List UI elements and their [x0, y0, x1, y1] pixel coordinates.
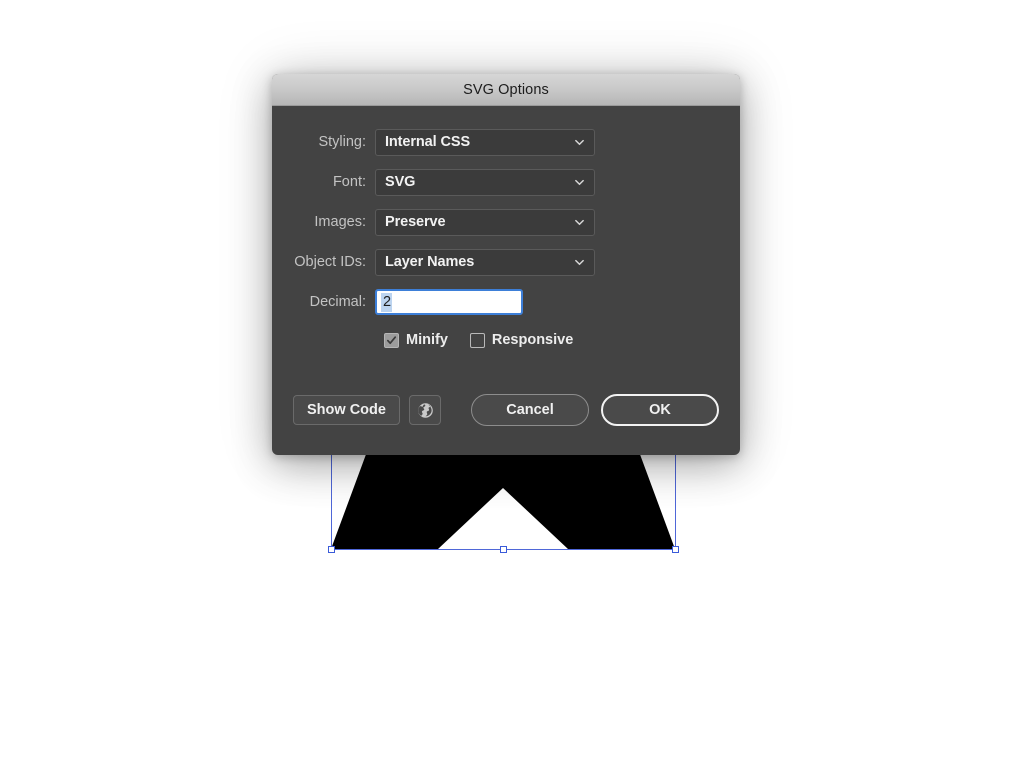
label-decimal: Decimal: [309, 294, 366, 310]
select-font[interactable]: SVG [375, 168, 595, 196]
checkbox-responsive-label: Responsive [491, 332, 574, 348]
select-font-value: SVG [385, 174, 416, 190]
selection-handle-bottom-right[interactable] [672, 546, 679, 553]
object-ids-field: Layer Names [375, 248, 595, 276]
chevron-down-icon [574, 137, 585, 148]
show-code-button[interactable]: Show Code [293, 395, 400, 425]
selection-handle-bottom-center[interactable] [500, 546, 507, 553]
dialog-button-row: Show Code Cancel OK [272, 394, 740, 426]
selection-line-left [331, 455, 332, 549]
decimal-input[interactable]: 2 [375, 289, 523, 315]
decimal-field: 2 [375, 289, 523, 315]
font-field: SVG [375, 168, 595, 196]
cancel-button[interactable]: Cancel [471, 394, 589, 426]
svg-options-dialog: SVG Options Styling: Internal CSS Font: … [272, 74, 740, 455]
select-styling[interactable]: Internal CSS [375, 128, 595, 156]
chevron-down-icon [574, 257, 585, 268]
checkbox-group-responsive[interactable]: Responsive [469, 332, 574, 348]
field-row-object-ids: Object IDs: Layer Names [272, 248, 740, 276]
label-images: Images: [314, 214, 366, 230]
chevron-down-icon [574, 217, 585, 228]
label-object-ids: Object IDs: [294, 254, 366, 270]
checkbox-minify-label: Minify [406, 332, 448, 348]
field-row-styling: Styling: Internal CSS [272, 128, 740, 156]
checkbox-row: Minify Responsive [272, 332, 740, 348]
selection-line-right [675, 455, 676, 549]
select-object-ids-value: Layer Names [385, 254, 475, 270]
select-images-value: Preserve [385, 214, 446, 230]
select-object-ids[interactable]: Layer Names [375, 248, 595, 276]
images-field: Preserve [375, 208, 595, 236]
field-row-decimal: Decimal: 2 [272, 288, 740, 316]
select-styling-value: Internal CSS [385, 134, 471, 150]
label-styling: Styling: [318, 134, 366, 150]
label-font: Font: [332, 174, 366, 190]
dialog-titlebar[interactable]: SVG Options [272, 74, 740, 106]
chevron-down-icon [574, 177, 585, 188]
styling-field: Internal CSS [375, 128, 595, 156]
preview-in-browser-button[interactable] [409, 395, 441, 425]
dialog-title: SVG Options [463, 81, 549, 98]
field-row-images: Images: Preserve [272, 208, 740, 236]
dialog-body: Styling: Internal CSS Font: SVG Images: … [272, 106, 740, 454]
selection-handle-bottom-left[interactable] [328, 546, 335, 553]
checkbox-minify[interactable] [384, 332, 399, 348]
decimal-input-value: 2 [381, 292, 393, 312]
globe-icon [417, 402, 434, 419]
checkbox-responsive[interactable] [469, 332, 485, 348]
select-images[interactable]: Preserve [375, 208, 595, 236]
ok-button[interactable]: OK [601, 394, 719, 426]
checkbox-group-minify[interactable]: Minify [384, 332, 448, 348]
field-row-font: Font: SVG [272, 168, 740, 196]
